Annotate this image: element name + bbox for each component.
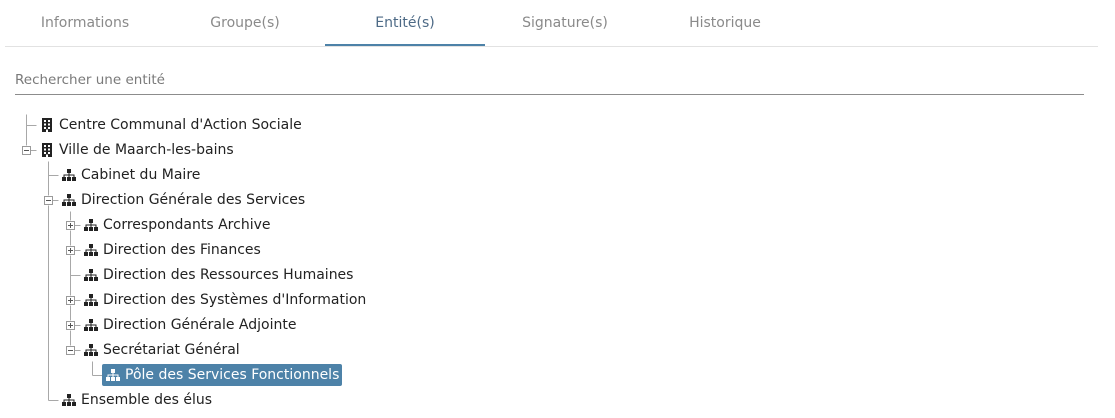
tree-node[interactable]: Cabinet du Maire	[61, 164, 200, 186]
tree-node-label: Direction Générale Adjointe	[103, 317, 297, 333]
tree-node-label: Centre Communal d'Action Sociale	[59, 117, 302, 133]
sitemap-icon	[83, 292, 99, 308]
collapse-toggle[interactable]	[22, 146, 31, 155]
tab-entites[interactable]: Entité(s)	[325, 0, 485, 46]
tree-node-label: Direction Générale des Services	[81, 192, 306, 208]
sitemap-icon	[83, 217, 99, 233]
tab-bar: Informations Groupe(s) Entité(s) Signatu…	[5, 0, 1098, 47]
tab-groupes[interactable]: Groupe(s)	[165, 0, 325, 45]
building-icon	[39, 117, 55, 133]
tree-node[interactable]: Direction Générale Adjointe	[83, 314, 296, 336]
tree-node[interactable]: Direction des Finances	[83, 239, 261, 261]
tree-node-label: Cabinet du Maire	[81, 167, 201, 183]
expand-toggle[interactable]	[66, 246, 75, 255]
tree-node-label: Direction des Finances	[103, 242, 261, 258]
building-icon	[39, 142, 55, 158]
tab-signatures[interactable]: Signature(s)	[485, 0, 645, 45]
sitemap-icon	[61, 167, 77, 183]
sitemap-icon	[61, 392, 77, 408]
sitemap-icon	[83, 242, 99, 258]
tree-node-label: Secrétariat Général	[103, 342, 240, 358]
sitemap-icon	[83, 267, 99, 283]
tab-informations[interactable]: Informations	[5, 0, 165, 45]
sitemap-icon	[105, 367, 121, 383]
tree-node[interactable]: Correspondants Archive	[83, 214, 271, 236]
search-input[interactable]	[15, 66, 1084, 95]
tree-node[interactable]: Direction Générale des Services	[61, 189, 305, 211]
tree-node[interactable]: Ville de Maarch-les-bains	[39, 139, 234, 161]
sitemap-icon	[83, 317, 99, 333]
tree-node[interactable]: Ensemble des élus	[61, 389, 212, 411]
sitemap-icon	[61, 192, 77, 208]
tree-node[interactable]: Secrétariat Général	[83, 339, 240, 361]
tree-node[interactable]: Direction des Systèmes d'Information	[83, 289, 366, 311]
expand-toggle[interactable]	[66, 221, 75, 230]
tree-node-label: Ville de Maarch-les-bains	[59, 142, 234, 158]
entity-tree: Centre Communal d'Action Sociale Ville de…	[0, 0, 1115, 418]
tree-node[interactable]: Centre Communal d'Action Sociale	[39, 114, 302, 136]
tree-node-label: Correspondants Archive	[103, 217, 271, 233]
tree-node[interactable]: Direction des Ressources Humaines	[83, 264, 353, 286]
tree-node-label: Direction des Systèmes d'Information	[103, 292, 367, 308]
tree-node[interactable]: Pôle des Services Fonctionnels	[102, 364, 343, 386]
sitemap-icon	[83, 342, 99, 358]
expand-toggle[interactable]	[66, 321, 75, 330]
tree-node-label: Ensemble des élus	[81, 392, 213, 408]
tree-node-label: Direction des Ressources Humaines	[103, 267, 354, 283]
expand-toggle[interactable]	[66, 296, 75, 305]
collapse-toggle[interactable]	[66, 346, 75, 355]
tab-historique[interactable]: Historique	[645, 0, 805, 45]
collapse-toggle[interactable]	[44, 196, 53, 205]
tree-node-label: Pôle des Services Fonctionnels	[125, 367, 340, 383]
